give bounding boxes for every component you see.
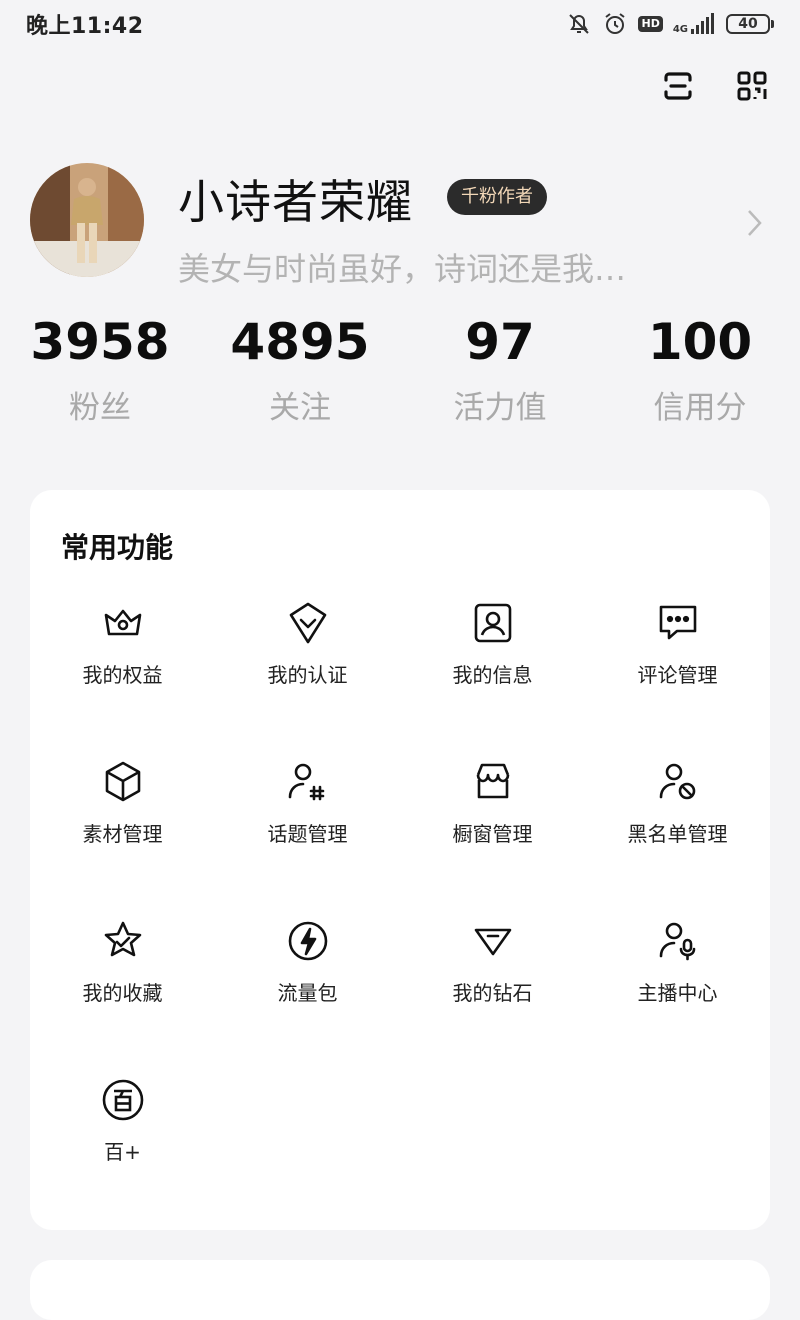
function-my-favorites[interactable]: 我的收藏 (30, 916, 215, 1056)
user-mic-icon (653, 916, 703, 966)
chevron-right-icon[interactable] (744, 207, 764, 243)
cube-icon (98, 757, 148, 807)
status-time: 晚上11:42 (26, 14, 144, 39)
store-icon (468, 757, 518, 807)
function-blacklist-management[interactable]: 黑名单管理 (585, 757, 770, 897)
function-label: 我的信息 (452, 663, 533, 687)
stat-value: 3958 (30, 313, 170, 371)
stat-vitality[interactable]: 97 活力值 (400, 310, 600, 430)
status-icons: HD 4G 40 (566, 11, 774, 37)
function-label: 我的钻石 (452, 981, 533, 1005)
status-bar: 晚上11:42 HD 4G 40 (0, 0, 800, 48)
function-topic-management[interactable]: 话题管理 (215, 757, 400, 897)
qr-code-button[interactable] (734, 66, 770, 110)
card-title: 常用功能 (61, 531, 174, 564)
comment-icon (653, 598, 703, 648)
function-bai-plus[interactable]: 百+ (30, 1075, 215, 1215)
stat-label: 活力值 (453, 390, 547, 426)
profile-card-icon (468, 598, 518, 648)
diamond-icon (468, 916, 518, 966)
function-label: 我的收藏 (82, 981, 163, 1005)
scan-icon (662, 70, 694, 106)
battery-level: 40 (726, 14, 770, 34)
stat-following[interactable]: 4895 关注 (200, 310, 400, 430)
stat-label: 信用分 (653, 390, 747, 426)
function-label: 话题管理 (267, 822, 348, 846)
stat-credit[interactable]: 100 信用分 (600, 310, 800, 430)
function-traffic-pack[interactable]: 流量包 (215, 916, 400, 1056)
fan-author-badge: 千粉作者 (447, 179, 547, 215)
function-label: 流量包 (277, 981, 338, 1005)
function-label: 主播中心 (637, 981, 718, 1005)
function-label: 评论管理 (637, 663, 718, 687)
profile-bio: 美女与时尚虽好，诗词还是我… (178, 250, 627, 288)
hd-badge: HD (638, 16, 663, 32)
function-label: 我的权益 (82, 663, 163, 687)
scan-button[interactable] (660, 66, 696, 110)
battery-tip (771, 20, 774, 28)
stat-value: 100 (647, 313, 753, 371)
stat-label: 关注 (269, 390, 331, 426)
next-section-card (30, 1260, 770, 1320)
function-my-diamonds[interactable]: 我的钻石 (400, 916, 585, 1056)
qr-code-icon (736, 70, 768, 106)
alarm-icon (602, 11, 628, 37)
common-functions-card: 常用功能 我的权益 我的认证 我的信息 评论管理 素材管理 话题管理 橱窗管理 … (30, 490, 770, 1230)
function-label: 我的认证 (267, 663, 348, 687)
stat-value: 97 (465, 313, 535, 371)
network-label: 4G (672, 24, 688, 35)
profile-header[interactable]: 小诗者荣耀 千粉作者 美女与时尚虽好，诗词还是我… (30, 163, 770, 293)
function-my-benefits[interactable]: 我的权益 (30, 598, 215, 738)
function-comment-management[interactable]: 评论管理 (585, 598, 770, 738)
function-label: 百+ (104, 1140, 141, 1164)
signal-icon: 4G (673, 13, 716, 35)
function-my-verification[interactable]: 我的认证 (215, 598, 400, 738)
function-my-info[interactable]: 我的信息 (400, 598, 585, 738)
function-label: 素材管理 (82, 822, 163, 846)
crown-icon (98, 598, 148, 648)
function-label: 橱窗管理 (452, 822, 533, 846)
function-showcase-management[interactable]: 橱窗管理 (400, 757, 585, 897)
function-material-management[interactable]: 素材管理 (30, 757, 215, 897)
user-hashtag-icon (283, 757, 333, 807)
stat-label: 粉丝 (69, 390, 131, 426)
bai-plus-icon (98, 1075, 148, 1125)
verify-icon (283, 598, 333, 648)
function-anchor-center[interactable]: 主播中心 (585, 916, 770, 1056)
battery-icon: 40 (726, 14, 774, 34)
star-check-icon (98, 916, 148, 966)
profile-name: 小诗者荣耀 (178, 175, 413, 229)
function-label: 黑名单管理 (627, 822, 728, 846)
top-action-bar (660, 66, 770, 110)
stats-row: 3958 粉丝 4895 关注 97 活力值 100 信用分 (0, 310, 800, 440)
stat-value: 4895 (230, 313, 370, 371)
bell-muted-icon (566, 11, 592, 37)
user-block-icon (653, 757, 703, 807)
stat-fans[interactable]: 3958 粉丝 (0, 310, 200, 430)
lightning-icon (283, 916, 333, 966)
avatar[interactable] (30, 163, 144, 277)
